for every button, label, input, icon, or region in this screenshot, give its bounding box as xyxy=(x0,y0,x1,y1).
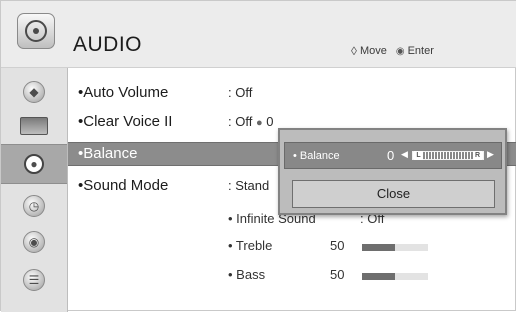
sidebar-item-lock[interactable]: ◉ xyxy=(15,230,53,254)
sidebar-item-audio[interactable]: ● xyxy=(1,144,67,184)
balance-right-marker: R xyxy=(473,151,482,160)
bass-label: • Bass xyxy=(228,267,266,282)
sidebar-item-screen[interactable] xyxy=(15,114,53,138)
auto-volume-label: •Auto Volume xyxy=(78,84,169,101)
popup-balance-value: 0 xyxy=(387,148,395,163)
balance-popup: • Balance 0 ◀ L R ▶ Close xyxy=(278,128,507,215)
sidebar-item-option[interactable]: ☰ xyxy=(15,268,53,292)
treble-value: 50 xyxy=(330,238,345,253)
clear-voice-value: : Off xyxy=(228,114,253,129)
menu-item-auto-volume[interactable]: •Auto Volume : Off xyxy=(68,82,516,104)
auto-volume-value: : Off xyxy=(228,85,253,100)
page-title: AUDIO xyxy=(73,33,143,56)
balance-label: •Balance xyxy=(78,145,138,162)
menu-header: AUDIO ◊ Move ◉ Enter xyxy=(1,1,516,68)
balance-left-arrow-icon[interactable]: ◀ xyxy=(401,149,408,160)
audio-menu-window: AUDIO ◊ Move ◉ Enter ◆ ● ◷ ◉ ☰ •Auto Vol… xyxy=(0,0,516,312)
sound-mode-label: •Sound Mode xyxy=(78,177,169,194)
close-button[interactable]: Close xyxy=(292,180,495,208)
sidebar-item-time[interactable]: ◷ xyxy=(15,194,53,218)
balance-slider[interactable]: L R xyxy=(412,151,484,160)
clear-voice-label: •Clear Voice II xyxy=(78,113,173,130)
navigation-hint: ◊ Move ◉ Enter xyxy=(351,44,434,58)
treble-level-fill xyxy=(362,244,395,251)
enter-button-icon: ◉ xyxy=(395,45,405,57)
move-arrows-icon: ◊ xyxy=(351,44,357,58)
clear-voice-level: 0 xyxy=(266,114,274,129)
audio-icon: ● xyxy=(24,154,44,174)
category-sidebar: ◆ ● ◷ ◉ ☰ xyxy=(1,68,68,312)
treble-label: • Treble xyxy=(228,238,273,253)
bass-level-bar xyxy=(362,273,428,280)
balance-left-marker: L xyxy=(414,151,423,160)
bass-row[interactable]: • Bass 50 xyxy=(228,265,508,285)
voice-level-icon: ● xyxy=(255,117,263,129)
option-icon: ☰ xyxy=(23,269,45,291)
bass-value: 50 xyxy=(330,267,345,282)
sound-mode-value: : Stand xyxy=(228,178,270,193)
balance-right-arrow-icon[interactable]: ▶ xyxy=(487,149,494,160)
move-hint-label: Move xyxy=(359,45,387,57)
picture-icon: ◆ xyxy=(23,81,45,103)
treble-level-bar xyxy=(362,244,428,251)
sidebar-item-picture[interactable]: ◆ xyxy=(15,80,53,104)
balance-adjust-row[interactable]: • Balance 0 ◀ L R ▶ xyxy=(284,142,502,169)
bass-level-fill xyxy=(362,273,395,280)
audio-category-icon xyxy=(17,13,55,49)
lock-icon: ◉ xyxy=(23,231,45,253)
tv-icon xyxy=(20,117,48,135)
enter-hint-label: Enter xyxy=(407,45,434,57)
treble-row[interactable]: • Treble 50 xyxy=(228,236,508,256)
popup-balance-label: • Balance xyxy=(293,150,340,162)
clock-icon: ◷ xyxy=(23,195,45,217)
clear-voice-value-group: : Off ● 0 xyxy=(228,114,273,129)
